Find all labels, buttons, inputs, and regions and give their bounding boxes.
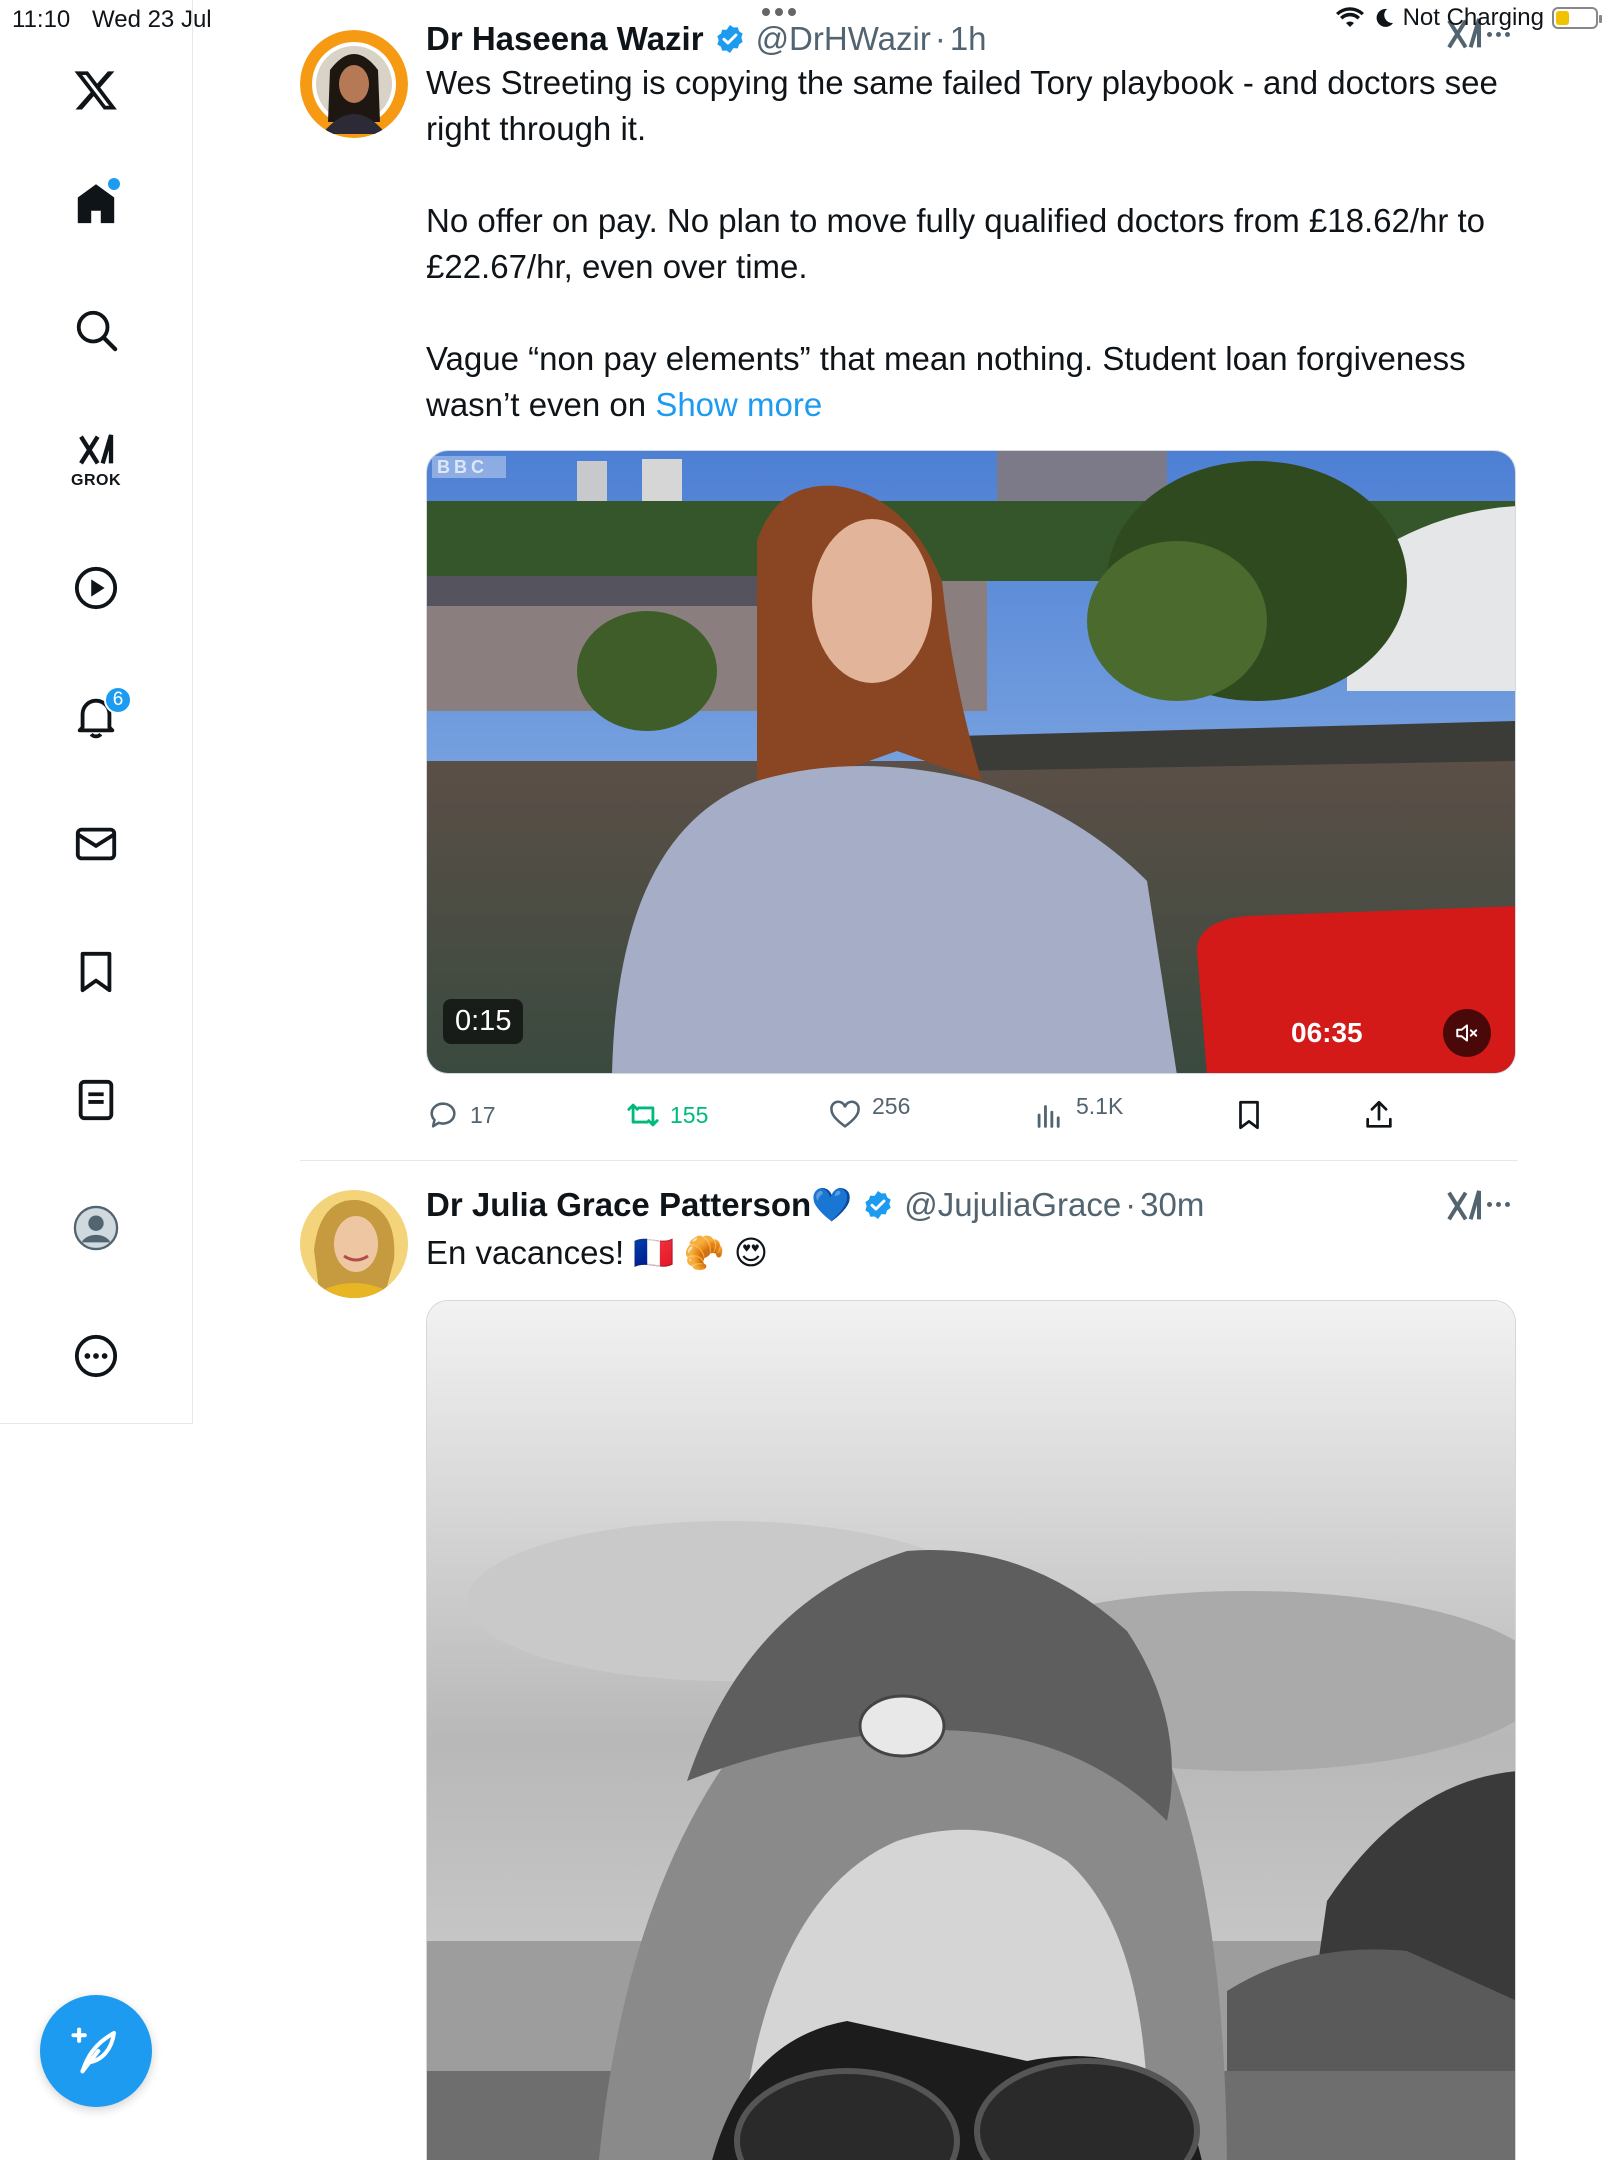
tweet-actions: 17 155 256 5.1K [426, 1090, 1516, 1140]
grok-explain-icon[interactable] [1444, 1186, 1484, 1226]
show-more-link[interactable]: Show more [655, 386, 822, 423]
repost-icon [627, 1103, 659, 1127]
more-icon[interactable] [56, 1316, 136, 1396]
tweet-time[interactable]: 30m [1140, 1186, 1204, 1224]
video-player[interactable]: BBC 0:15 06:35 [426, 450, 1516, 1074]
more-options-icon[interactable] [1480, 1186, 1516, 1222]
status-bar: 11:10 Wed 23 Jul Not Charging [0, 0, 1620, 40]
video-watermark: BBC [437, 457, 488, 477]
notification-badge: 6 [104, 686, 132, 714]
tweet-paragraph-text: Vague “non pay elements” that mean nothi… [426, 340, 1466, 423]
sidebar: GROK 6 [0, 0, 193, 1424]
lists-icon[interactable] [56, 1060, 136, 1140]
author-name[interactable]: Dr Julia Grace Patterson💙 [426, 1186, 852, 1225]
multitask-handle[interactable] [762, 8, 796, 16]
bookmark-button[interactable] [1232, 1090, 1266, 1140]
repost-count: 155 [670, 1101, 709, 1128]
like-count: 256 [872, 1092, 911, 1119]
mail-icon[interactable] [56, 804, 136, 884]
photo-image [427, 1301, 1515, 2160]
charging-status: Not Charging [1402, 4, 1544, 31]
repost-button[interactable]: 155 [626, 1090, 708, 1140]
heart-icon [830, 1100, 860, 1128]
avatar[interactable] [300, 30, 408, 138]
video-play-icon[interactable] [56, 548, 136, 628]
tweet-paragraph: Vague “non pay elements” that mean nothi… [426, 336, 1516, 428]
moon-icon [1376, 8, 1393, 27]
separator-dot: · [1125, 1186, 1137, 1223]
status-time: 11:10 [12, 6, 71, 33]
bookmark-icon[interactable] [56, 932, 136, 1012]
tweet[interactable]: Dr Haseena Wazir @DrHWazir · 1h Wes Stre… [300, 14, 1518, 1154]
compose-feather-icon [71, 2027, 117, 2074]
tweet-text: Wes Streeting is copying the same failed… [426, 60, 1516, 428]
reply-icon [430, 1102, 456, 1128]
view-count: 5.1K [1076, 1092, 1124, 1119]
wifi-icon [1335, 7, 1364, 27]
status-right: Not Charging [1335, 4, 1602, 32]
views-button[interactable]: 5.1K [1032, 1090, 1123, 1140]
tweet[interactable]: Dr Julia Grace Patterson💙 @JujuliaGrace … [300, 1180, 1518, 2160]
notifications-bell-icon[interactable]: 6 [56, 676, 136, 756]
compose-button[interactable] [40, 1995, 152, 2107]
speaker-muted-icon [1456, 1024, 1478, 1042]
video-duration: 06:35 [1291, 1017, 1363, 1048]
bookmark-icon [1239, 1100, 1259, 1130]
video-frame [427, 451, 1515, 1073]
share-button[interactable] [1362, 1090, 1396, 1140]
like-button[interactable]: 256 [828, 1090, 910, 1140]
tweet-header: Dr Julia Grace Patterson💙 @JujuliaGrace … [426, 1180, 1516, 1230]
status-date: Wed 23 Jul [92, 6, 212, 33]
tweet-divider [300, 1160, 1518, 1161]
profile-icon[interactable] [56, 1188, 136, 1268]
video-elapsed-time: 0:15 [443, 999, 524, 1044]
analytics-icon [1037, 1105, 1060, 1128]
mute-button[interactable] [1443, 1009, 1491, 1057]
author-handle[interactable]: @JujuliaGrace [904, 1186, 1121, 1224]
grok-icon[interactable]: GROK [56, 420, 136, 500]
battery-icon [1552, 7, 1602, 29]
share-icon [1366, 1100, 1392, 1128]
home-notification-dot [108, 178, 120, 190]
avatar[interactable] [300, 1190, 408, 1298]
reply-button[interactable]: 17 [426, 1090, 496, 1140]
grok-label: GROK [71, 472, 121, 489]
reply-count: 17 [470, 1101, 496, 1128]
tweet-paragraph: No offer on pay. No plan to move fully q… [426, 202, 1486, 285]
tweet-photo[interactable] [426, 1300, 1516, 2160]
search-icon[interactable] [56, 290, 136, 370]
tweet-paragraph: Wes Streeting is copying the same failed… [426, 64, 1498, 147]
tweet-text: En vacances! 🇫🇷 🥐 😍 [426, 1234, 769, 1271]
home-icon[interactable] [56, 164, 136, 244]
x-logo-icon[interactable] [56, 50, 136, 130]
verified-badge-icon [865, 1191, 891, 1219]
